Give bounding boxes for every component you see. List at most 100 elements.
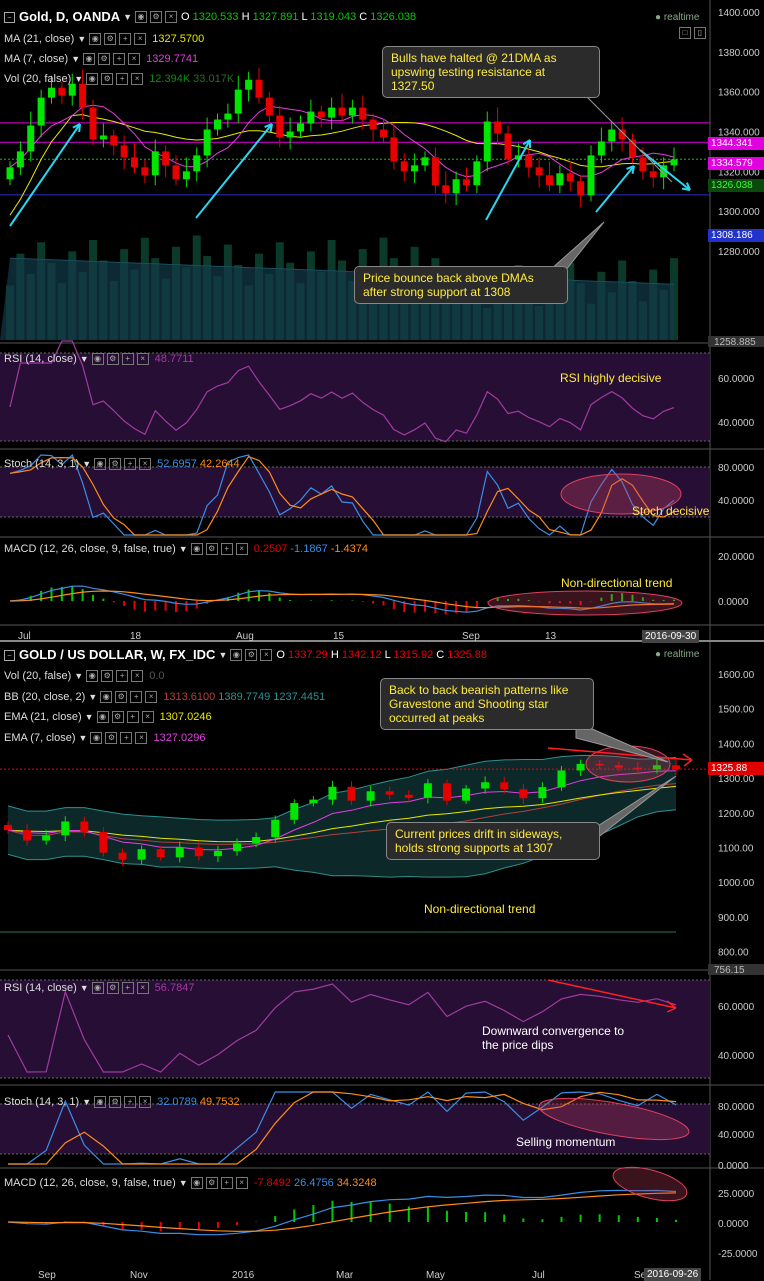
settings-icon[interactable]: ⚙ — [205, 543, 218, 555]
chevron-down-icon[interactable]: ▼ — [77, 32, 86, 46]
add-icon[interactable]: + — [124, 1096, 137, 1108]
visibility-icon[interactable]: ◉ — [83, 53, 96, 65]
add-icon[interactable]: + — [124, 458, 137, 470]
add-icon[interactable]: + — [116, 670, 129, 682]
add-icon[interactable]: + — [113, 53, 126, 65]
chevron-down-icon[interactable]: ▼ — [179, 542, 188, 556]
bottom-rsi-legend[interactable]: RSI (14, close) ▼ ◉ ⚙ + × 56.7847 — [4, 981, 194, 995]
close-icon[interactable]: × — [145, 691, 158, 703]
close-icon[interactable]: × — [136, 353, 149, 365]
settings-icon[interactable]: ⚙ — [98, 53, 111, 65]
close-icon[interactable]: × — [139, 1096, 152, 1108]
close-icon[interactable]: × — [260, 649, 273, 661]
close-icon[interactable]: × — [141, 711, 154, 723]
visibility-icon[interactable]: ◉ — [100, 691, 113, 703]
settings-icon[interactable]: ⚙ — [104, 33, 117, 45]
add-icon[interactable]: + — [126, 711, 139, 723]
bottom-macd-legend[interactable]: MACD (12, 26, close, 9, false, true) ▼ ◉ ⚙… — [4, 1176, 377, 1190]
settings-icon[interactable]: ⚙ — [245, 649, 258, 661]
close-icon[interactable]: × — [235, 1177, 248, 1189]
top-window-controls: □ ▯ — [676, 26, 706, 40]
top-symbol[interactable]: Gold, D, OANDA — [19, 10, 120, 24]
bottom-candle-body — [80, 821, 89, 832]
chevron-down-icon[interactable]: ▼ — [123, 10, 132, 24]
minimize-icon[interactable]: ▯ — [694, 27, 706, 39]
chevron-down-icon[interactable]: ▼ — [80, 352, 89, 366]
top-ma21-legend[interactable]: MA (21, close) ▼ ◉ ⚙ + × 1327.5700 — [4, 32, 204, 46]
bottom-ema7-legend[interactable]: EMA (7, close) ▼ ◉ ⚙ + × 1327.0296 — [4, 731, 205, 745]
visibility-icon[interactable]: ◉ — [96, 711, 109, 723]
visibility-icon[interactable]: ◉ — [86, 73, 99, 85]
chevron-down-icon[interactable]: ▼ — [79, 731, 88, 745]
visibility-icon[interactable]: ◉ — [91, 353, 104, 365]
add-icon[interactable]: + — [121, 353, 134, 365]
settings-icon[interactable]: ⚙ — [109, 458, 122, 470]
settings-icon[interactable]: ⚙ — [109, 1096, 122, 1108]
add-icon[interactable]: + — [130, 691, 143, 703]
top-vol-legend[interactable]: Vol (20, false) ▼ ◉ ⚙ + × 12.394K 33.017K — [4, 72, 234, 86]
close-icon[interactable]: × — [139, 458, 152, 470]
visibility-icon[interactable]: ◉ — [91, 982, 104, 994]
top-stoch-legend[interactable]: Stoch (14, 3, 1) ▼ ◉ ⚙ + × 52.6957 42.2644 — [4, 457, 240, 471]
settings-icon[interactable]: ⚙ — [106, 353, 119, 365]
add-icon[interactable]: + — [120, 732, 133, 744]
settings-icon[interactable]: ⚙ — [106, 982, 119, 994]
chevron-down-icon[interactable]: ▼ — [82, 1095, 91, 1109]
visibility-icon[interactable]: ◉ — [190, 1177, 203, 1189]
chevron-down-icon[interactable]: ▼ — [74, 669, 83, 683]
bottom-high: 1342.12 — [341, 649, 382, 661]
close-icon[interactable]: × — [235, 543, 248, 555]
visibility-icon[interactable]: ◉ — [94, 458, 107, 470]
close-icon[interactable]: × — [165, 11, 178, 23]
add-icon[interactable]: + — [116, 73, 129, 85]
visibility-icon[interactable]: ◉ — [89, 33, 102, 45]
close-icon[interactable]: × — [135, 732, 148, 744]
chevron-down-icon[interactable]: ▼ — [85, 710, 94, 724]
settings-icon[interactable]: ⚙ — [101, 73, 114, 85]
chevron-down-icon[interactable]: ▼ — [218, 648, 227, 662]
top-candle-body — [670, 159, 678, 166]
close-icon[interactable]: × — [131, 73, 144, 85]
collapse-icon[interactable]: − — [4, 649, 15, 661]
visibility-icon[interactable]: ◉ — [230, 649, 243, 661]
visibility-icon[interactable]: ◉ — [90, 732, 103, 744]
maximize-icon[interactable]: □ — [679, 27, 691, 39]
bottom-stoch-legend[interactable]: Stoch (14, 3, 1) ▼ ◉ ⚙ + × 32.0789 49.7532 — [4, 1095, 240, 1109]
chevron-down-icon[interactable]: ▼ — [88, 690, 97, 704]
chevron-down-icon[interactable]: ▼ — [80, 981, 89, 995]
top-ma7-legend[interactable]: MA (7, close) ▼ ◉ ⚙ + × 1329.7741 — [4, 52, 198, 66]
visibility-icon[interactable]: ◉ — [190, 543, 203, 555]
visibility-icon[interactable]: ◉ — [86, 670, 99, 682]
settings-icon[interactable]: ⚙ — [205, 1177, 218, 1189]
chevron-down-icon[interactable]: ▼ — [71, 52, 80, 66]
close-icon[interactable]: × — [128, 53, 141, 65]
visibility-icon[interactable]: ◉ — [94, 1096, 107, 1108]
top-rsi-tick: 40.0000 — [718, 418, 755, 429]
chevron-down-icon[interactable]: ▼ — [179, 1176, 188, 1190]
top-rsi-legend[interactable]: RSI (14, close) ▼ ◉ ⚙ + × 48.7711 — [4, 352, 194, 366]
bottom-vol-legend[interactable]: Vol (20, false) ▼ ◉ ⚙ + × 0.0 — [4, 669, 164, 683]
chevron-down-icon[interactable]: ▼ — [74, 72, 83, 86]
settings-icon[interactable]: ⚙ — [115, 691, 128, 703]
bottom-ema21-legend[interactable]: EMA (21, close) ▼ ◉ ⚙ + × 1307.0246 — [4, 710, 212, 724]
add-icon[interactable]: + — [121, 982, 134, 994]
top-macd-legend[interactable]: MACD (12, 26, close, 9, false, true) ▼ ◉ ⚙… — [4, 542, 368, 556]
top-candle-body — [452, 179, 460, 194]
close-icon[interactable]: × — [136, 982, 149, 994]
settings-icon[interactable]: ⚙ — [105, 732, 118, 744]
close-icon[interactable]: × — [131, 670, 144, 682]
settings-icon[interactable]: ⚙ — [101, 670, 114, 682]
bottom-bb-legend[interactable]: BB (20, close, 2) ▼ ◉ ⚙ + × 1313.6100 1389.77… — [4, 690, 325, 704]
collapse-icon[interactable]: − — [4, 11, 15, 23]
settings-icon[interactable]: ⚙ — [111, 711, 124, 723]
top-candle-body — [276, 115, 284, 138]
visibility-icon[interactable]: ◉ — [135, 11, 148, 23]
add-icon[interactable]: + — [119, 33, 132, 45]
add-icon[interactable]: + — [220, 543, 233, 555]
settings-icon[interactable]: ⚙ — [150, 11, 163, 23]
chevron-down-icon[interactable]: ▼ — [82, 457, 91, 471]
top-date-tick: 15 — [333, 631, 345, 642]
close-icon[interactable]: × — [134, 33, 147, 45]
bottom-symbol[interactable]: GOLD / US DOLLAR, W, FX_IDC — [19, 648, 215, 662]
add-icon[interactable]: + — [220, 1177, 233, 1189]
